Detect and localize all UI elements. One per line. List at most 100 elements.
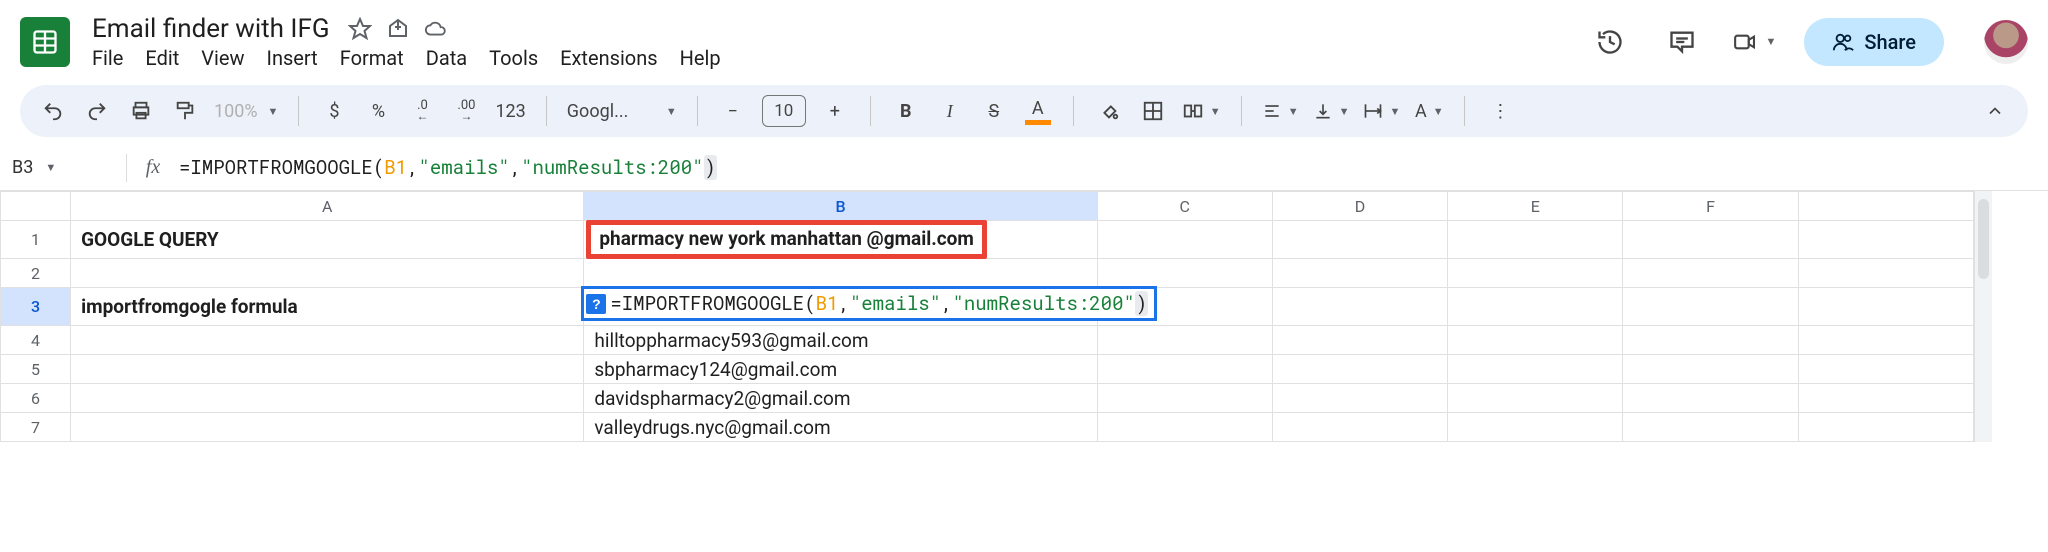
row-header[interactable]: 5	[1, 355, 71, 384]
cell-editor[interactable]: ? =IMPORTFROMGOOGLE(B1,"emails","numResu…	[581, 286, 1157, 321]
cell[interactable]	[1623, 259, 1798, 288]
more-toolbar-button[interactable]: ⋮	[1485, 94, 1515, 128]
bold-button[interactable]: B	[891, 94, 921, 128]
cell[interactable]	[1798, 355, 1973, 384]
cell[interactable]	[1448, 413, 1623, 442]
merge-cells-button[interactable]: ▼	[1182, 94, 1221, 128]
account-avatar[interactable]	[1984, 20, 2028, 64]
undo-button[interactable]	[38, 94, 68, 128]
cell[interactable]	[1097, 413, 1272, 442]
cell[interactable]	[1272, 384, 1447, 413]
collapse-toolbar-button[interactable]	[1980, 94, 2010, 128]
cell[interactable]: importfromgogle formula	[71, 288, 584, 326]
menu-tools[interactable]: Tools	[489, 46, 538, 70]
cell[interactable]	[1798, 413, 1973, 442]
decrease-decimal-button[interactable]: .0←	[407, 94, 437, 128]
row-header[interactable]: 6	[1, 384, 71, 413]
menu-view[interactable]: View	[201, 46, 244, 70]
cell[interactable]	[1798, 221, 1973, 259]
number-format-button[interactable]: 123	[495, 94, 525, 128]
column-header[interactable]: A	[71, 192, 584, 221]
cell[interactable]	[1623, 355, 1798, 384]
formula-help-icon[interactable]: ?	[586, 294, 606, 314]
cell[interactable]	[1272, 259, 1447, 288]
row-header[interactable]: 2	[1, 259, 71, 288]
star-icon[interactable]	[348, 17, 372, 41]
cell[interactable]	[1448, 355, 1623, 384]
redo-button[interactable]	[82, 94, 112, 128]
history-icon[interactable]	[1588, 20, 1632, 64]
strikethrough-button[interactable]: S	[979, 94, 1009, 128]
cell[interactable]	[1272, 288, 1447, 326]
name-box[interactable]: B3 ▼	[12, 157, 112, 178]
comments-icon[interactable]	[1660, 20, 1704, 64]
font-size-input[interactable]: 10	[762, 95, 806, 127]
cell[interactable]: hilltoppharmacy593@gmail.com	[584, 326, 1097, 355]
menu-format[interactable]: Format	[340, 46, 404, 70]
column-header[interactable]: B	[584, 192, 1097, 221]
vertical-scrollbar[interactable]	[1974, 191, 1992, 442]
vertical-align-button[interactable]: ▼	[1313, 94, 1350, 128]
menu-help[interactable]: Help	[680, 46, 721, 70]
spreadsheet-grid[interactable]: A B C D E F 1 GOOGLE QUERY pharmacy new …	[0, 191, 2048, 442]
cell[interactable]	[71, 355, 584, 384]
column-header[interactable]: C	[1097, 192, 1272, 221]
cell[interactable]	[1097, 326, 1272, 355]
text-color-button[interactable]: A	[1023, 94, 1053, 128]
column-header[interactable]: D	[1272, 192, 1447, 221]
scrollbar-thumb[interactable]	[1978, 199, 1989, 279]
share-button[interactable]: Share	[1804, 18, 1944, 66]
cell-active[interactable]: ? =IMPORTFROMGOOGLE(B1,"emails","numResu…	[584, 288, 1097, 326]
cell[interactable]	[1798, 288, 1973, 326]
cell[interactable]	[1272, 413, 1447, 442]
column-header[interactable]: E	[1448, 192, 1623, 221]
cell[interactable]: davidspharmacy2@gmail.com	[584, 384, 1097, 413]
row-header[interactable]: 1	[1, 221, 71, 259]
cell[interactable]	[1623, 288, 1798, 326]
menu-file[interactable]: File	[92, 46, 123, 70]
cell[interactable]	[1798, 384, 1973, 413]
percent-button[interactable]: %	[363, 94, 393, 128]
menu-extensions[interactable]: Extensions	[560, 46, 657, 70]
cell[interactable]	[1272, 221, 1447, 259]
cell[interactable]	[1798, 326, 1973, 355]
cell[interactable]	[584, 259, 1097, 288]
menu-insert[interactable]: Insert	[267, 46, 318, 70]
row-header[interactable]: 4	[1, 326, 71, 355]
cell[interactable]	[1448, 221, 1623, 259]
horizontal-align-button[interactable]: ▼	[1262, 94, 1299, 128]
cell[interactable]	[1623, 413, 1798, 442]
column-header[interactable]: F	[1623, 192, 1798, 221]
increase-font-button[interactable]: +	[820, 94, 850, 128]
paint-format-button[interactable]	[170, 94, 200, 128]
cell[interactable]	[1623, 221, 1798, 259]
fill-color-button[interactable]	[1094, 94, 1124, 128]
sheets-logo[interactable]	[20, 17, 70, 67]
meet-icon[interactable]: ▼	[1732, 20, 1776, 64]
cell[interactable]: pharmacy new york manhattan @gmail.com	[584, 221, 1097, 259]
cell[interactable]	[71, 259, 584, 288]
cell[interactable]	[71, 384, 584, 413]
cell[interactable]	[1097, 259, 1272, 288]
cell[interactable]	[1272, 355, 1447, 384]
move-icon[interactable]	[386, 17, 410, 41]
cell[interactable]	[1623, 384, 1798, 413]
cell[interactable]	[1097, 384, 1272, 413]
cell[interactable]	[1448, 384, 1623, 413]
cell[interactable]	[1272, 326, 1447, 355]
formula-input[interactable]: =IMPORTFROMGOOGLE(B1,"emails","numResult…	[179, 155, 717, 180]
decrease-font-button[interactable]: −	[718, 94, 748, 128]
text-rotation-button[interactable]: A▼	[1414, 94, 1444, 128]
column-header[interactable]	[1798, 192, 1973, 221]
row-header[interactable]: 7	[1, 413, 71, 442]
cell[interactable]	[1448, 326, 1623, 355]
cell[interactable]: valleydrugs.nyc@gmail.com	[584, 413, 1097, 442]
cell[interactable]: GOOGLE QUERY	[71, 221, 584, 259]
cell[interactable]	[1623, 326, 1798, 355]
cell[interactable]	[1798, 259, 1973, 288]
menu-edit[interactable]: Edit	[145, 46, 179, 70]
print-button[interactable]	[126, 94, 156, 128]
zoom-dropdown[interactable]: 100%▼	[214, 101, 278, 122]
menu-data[interactable]: Data	[426, 46, 467, 70]
cell[interactable]	[1448, 288, 1623, 326]
